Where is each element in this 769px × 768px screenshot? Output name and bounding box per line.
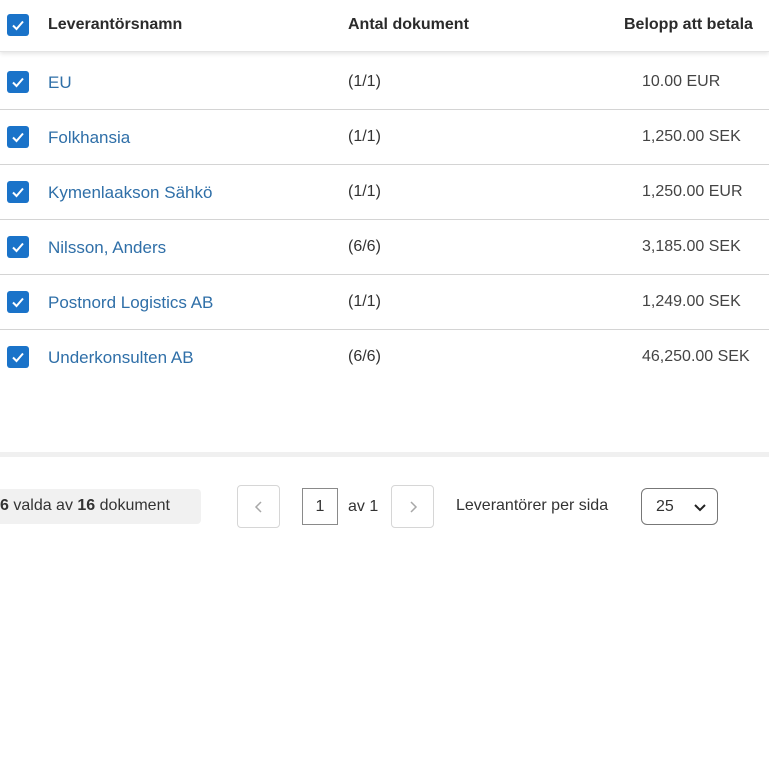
previous-page-button[interactable] xyxy=(237,485,280,528)
per-page-value: 25 xyxy=(656,498,674,515)
amount-to-pay: 1,249.00 SEK xyxy=(642,293,741,310)
table-row: Postnord Logistics AB (1/1) 1,249.00 SEK xyxy=(0,275,769,330)
checkmark-icon xyxy=(12,77,24,88)
next-page-button[interactable] xyxy=(391,485,434,528)
table-row: Nilsson, Anders (6/6) 3,185.00 SEK xyxy=(0,220,769,275)
row-checkbox[interactable] xyxy=(7,291,29,313)
document-count: (1/1) xyxy=(348,73,381,90)
per-page-label: Leverantörer per sida xyxy=(456,497,609,514)
document-count: (1/1) xyxy=(348,183,381,200)
document-count: (6/6) xyxy=(348,348,381,365)
row-checkbox[interactable] xyxy=(7,236,29,258)
amount-to-pay: 3,185.00 SEK xyxy=(642,238,741,255)
checkmark-icon xyxy=(12,187,24,198)
page-number-input[interactable]: 1 xyxy=(302,488,338,525)
amount-to-pay: 10.00 EUR xyxy=(642,73,721,90)
table-header: Leverantörsnamn Antal dokument Belopp at… xyxy=(0,0,769,52)
checkmark-icon xyxy=(12,242,24,253)
selected-label: valda av xyxy=(13,497,73,514)
checkmark-icon xyxy=(12,132,24,143)
chevron-down-icon xyxy=(694,504,706,512)
supplier-name-link[interactable]: Kymenlaakson Sähkö xyxy=(48,183,212,203)
document-count: (1/1) xyxy=(348,128,381,145)
supplier-name-link[interactable]: Nilsson, Anders xyxy=(48,238,166,258)
checkmark-icon xyxy=(12,352,24,363)
document-count: (1/1) xyxy=(348,293,381,310)
supplier-name-link[interactable]: EU xyxy=(48,73,72,93)
per-page-select[interactable]: 25 xyxy=(641,488,718,525)
amount-to-pay: 46,250.00 SEK xyxy=(642,348,750,365)
amount-to-pay: 1,250.00 EUR xyxy=(642,183,743,200)
table-row: Folkhansia (1/1) 1,250.00 SEK xyxy=(0,110,769,165)
column-header-document-count[interactable]: Antal dokument xyxy=(348,16,469,34)
document-count: (6/6) xyxy=(348,238,381,255)
footer-divider xyxy=(0,452,769,457)
amount-to-pay: 1,250.00 SEK xyxy=(642,128,741,145)
table-row: Kymenlaakson Sähkö (1/1) 1,250.00 EUR xyxy=(0,165,769,220)
table-row: EU (1/1) 10.00 EUR xyxy=(0,55,769,110)
supplier-name-link[interactable]: Underkonsulten AB xyxy=(48,348,194,368)
row-checkbox[interactable] xyxy=(7,126,29,148)
chevron-left-icon xyxy=(254,500,262,513)
column-header-supplier-name[interactable]: Leverantörsnamn xyxy=(48,16,182,34)
checkmark-icon xyxy=(12,20,24,31)
total-count: 16 xyxy=(77,497,96,514)
chevron-right-icon xyxy=(409,500,417,513)
row-checkbox[interactable] xyxy=(7,181,29,203)
selected-count: 6 xyxy=(0,497,9,514)
supplier-name-link[interactable]: Postnord Logistics AB xyxy=(48,293,213,313)
total-label: dokument xyxy=(99,497,170,514)
row-checkbox[interactable] xyxy=(7,71,29,93)
checkmark-icon xyxy=(12,297,24,308)
column-header-amount[interactable]: Belopp att betala xyxy=(624,16,753,34)
select-all-checkbox[interactable] xyxy=(7,14,29,36)
row-checkbox[interactable] xyxy=(7,346,29,368)
table-row: Underkonsulten AB (6/6) 46,250.00 SEK xyxy=(0,330,769,385)
selection-summary: 6 valda av 16 dokument xyxy=(0,489,201,524)
supplier-name-link[interactable]: Folkhansia xyxy=(48,128,130,148)
page-total-label: av 1 xyxy=(348,498,379,515)
